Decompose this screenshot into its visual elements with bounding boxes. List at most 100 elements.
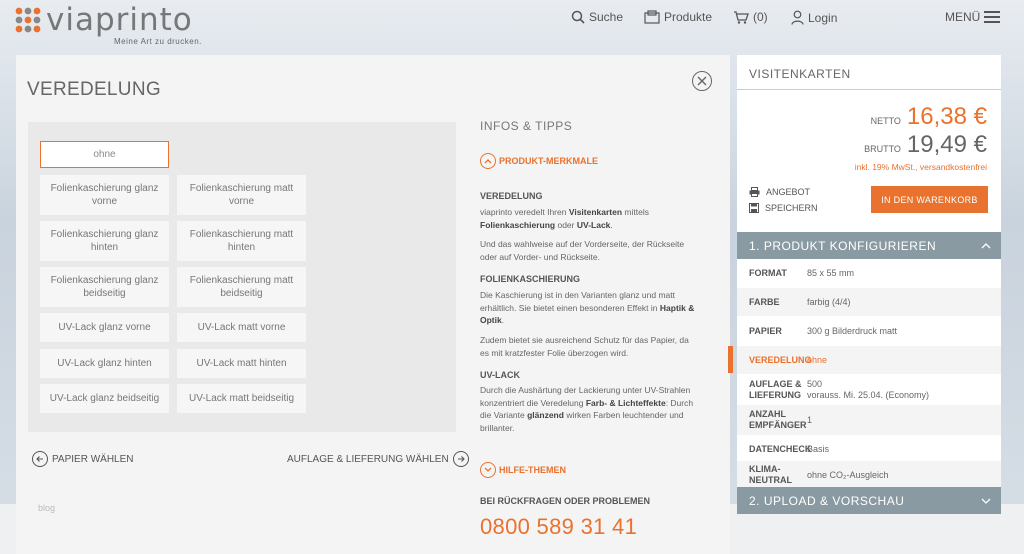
save-link[interactable]: SPEICHERN: [749, 203, 818, 213]
nav-cart-count: (0): [753, 10, 768, 24]
help-topics-label: HILFE-THEMEN: [499, 465, 566, 475]
logo-wordmark: viaprinto: [46, 2, 193, 38]
option-uv-matt-beidseitig[interactable]: UV-Lack matt beidseitig: [177, 384, 306, 413]
contact-heading: BEI RÜCKFRAGEN ODER PROBLEMEN: [480, 496, 651, 506]
nav-products[interactable]: Produkte: [644, 10, 712, 24]
row-label: FARBE: [749, 296, 780, 307]
nav-products-label: Produkte: [664, 10, 713, 24]
row-label: FORMAT: [749, 267, 787, 278]
logo-tagline: Meine Art zu drucken.: [114, 37, 202, 46]
cart-icon: [734, 11, 749, 24]
nav-login[interactable]: Login: [791, 10, 837, 25]
save-icon: [749, 203, 759, 213]
back-paper-label: PAPIER WÄHLEN: [52, 453, 134, 465]
veredelung-text-1: viaprinto veredelt Ihren Visitenkarten m…: [480, 207, 649, 230]
order-summary: VISITENKARTEN NETTO 16,38 € BRUTTO 19,49…: [737, 55, 1001, 514]
config-row-paper[interactable]: PAPIER 300 g Bilderdruck matt: [737, 317, 1001, 345]
close-button[interactable]: [692, 71, 712, 91]
row-value: ohne CO₂-Ausgleich: [807, 469, 889, 480]
nav-menu-label: MENÜ: [945, 10, 981, 24]
nav-menu[interactable]: MENÜ: [945, 10, 1001, 24]
row-label: AUFLAGE & LIEFERUNG: [749, 379, 802, 400]
chevron-down-icon: [981, 498, 991, 504]
row-value: farbig (4/4): [807, 296, 851, 307]
brutto-label: BRUTTO: [864, 144, 901, 154]
search-icon: [571, 10, 585, 24]
next-delivery-link[interactable]: AUFLAGE & LIEFERUNG WÄHLEN: [287, 451, 469, 467]
folie-text-1: Die Kaschierung ist in den Varianten gla…: [480, 290, 695, 325]
section-upload-label: 2. UPLOAD & VORSCHAU: [749, 493, 905, 508]
option-uv-glanz-vorne[interactable]: UV-Lack glanz vorne: [40, 313, 169, 342]
finishing-options: ohne Folienkaschierung glanz vorne Folie…: [28, 122, 456, 432]
back-paper-link[interactable]: PAPIER WÄHLEN: [32, 451, 134, 467]
product-features-label: PRODUKT-MERKMALE: [499, 156, 598, 166]
section-configure[interactable]: 1. PRODUKT KONFIGURIEREN: [737, 232, 1001, 259]
netto-label: NETTO: [870, 116, 901, 126]
save-label: SPEICHERN: [765, 203, 818, 213]
row-value: ohne: [807, 354, 828, 365]
config-row-format[interactable]: FORMAT 85 x 55 mm: [737, 259, 1001, 287]
row-value: Basis: [807, 443, 830, 454]
nav-cart[interactable]: (0): [733, 10, 768, 24]
config-row-quantity[interactable]: AUFLAGE & LIEFERUNG 500 vorauss. Mi. 25.0…: [737, 375, 1001, 405]
config-row-recipients[interactable]: ANZAHL EMPFÄNGER 1: [737, 405, 1001, 435]
user-icon: [791, 10, 804, 25]
option-folie-matt-beidseitig[interactable]: Folienkaschierung matt beidseitig: [177, 267, 306, 307]
netto-price: NETTO 16,38 €: [871, 103, 987, 131]
chevron-up-icon: [480, 153, 496, 169]
vat-note: inkl. 19% MwSt., versandkostenfrei: [854, 162, 987, 172]
config-row-color[interactable]: FARBE farbig (4/4): [737, 288, 1001, 316]
hamburger-icon: [984, 11, 1001, 23]
uv-text: Durch die Aushärtung der Lackierung unte…: [480, 385, 694, 433]
option-folie-matt-hinten[interactable]: Folienkaschierung matt hinten: [177, 221, 306, 261]
next-delivery-label: AUFLAGE & LIEFERUNG WÄHLEN: [287, 453, 449, 465]
product-title: VISITENKARTEN: [749, 67, 851, 81]
arrow-right-icon: [452, 451, 469, 467]
site-header: viaprinto Meine Art zu drucken. Suche Pr…: [0, 0, 1024, 48]
product-features-toggle[interactable]: PRODUKT-MERKMALE: [480, 153, 598, 169]
page-title: VEREDELUNG: [27, 79, 161, 100]
row-label: PAPIER: [749, 325, 782, 336]
chevron-down-icon: [480, 462, 496, 478]
uv-subheading: UV-LACK: [480, 370, 520, 380]
row-value: 1: [807, 414, 813, 425]
folie-subheading: FOLIENKASCHIERUNG: [480, 274, 581, 284]
row-label: ANZAHL EMPFÄNGER: [749, 409, 807, 430]
close-icon: [697, 76, 707, 86]
folie-text-2: Zudem bietet sie ausreichend Schutz für …: [480, 335, 689, 358]
row-value: 500 vorauss. Mi. 25.04. (Economy): [807, 379, 930, 400]
option-uv-glanz-beidseitig[interactable]: UV-Lack glanz beidseitig: [40, 384, 169, 413]
row-label: VEREDELUNG: [749, 354, 812, 365]
nav-search[interactable]: Suche: [571, 10, 623, 24]
option-ohne[interactable]: ohne: [40, 141, 169, 168]
products-icon: [644, 10, 660, 24]
logo-mark-icon: [15, 7, 41, 33]
config-row-finishing[interactable]: VEREDELUNG ohne: [737, 346, 1001, 374]
option-uv-matt-hinten[interactable]: UV-Lack matt hinten: [177, 349, 306, 378]
row-label: DATENCHECK: [749, 443, 812, 454]
row-label: KLIMA-NEUTRAL: [749, 464, 792, 485]
section-upload[interactable]: 2. UPLOAD & VORSCHAU: [737, 487, 1001, 514]
blog-link[interactable]: blog: [38, 503, 55, 513]
chevron-up-icon: [981, 242, 991, 248]
help-topics-toggle[interactable]: HILFE-THEMEN: [480, 462, 566, 478]
add-to-cart-button[interactable]: IN DEN WARENKORB: [871, 186, 988, 213]
config-row-datacheck[interactable]: DATENCHECK Basis: [737, 435, 1001, 463]
option-folie-matt-vorne[interactable]: Folienkaschierung matt vorne: [177, 175, 306, 215]
section-configure-label: 1. PRODUKT KONFIGURIEREN: [749, 238, 937, 253]
active-step-marker: [728, 346, 733, 373]
offer-label: ANGEBOT: [766, 187, 811, 197]
veredelung-subheading: VEREDELUNG: [480, 191, 543, 201]
config-row-climate[interactable]: KLIMA-NEUTRAL ohne CO₂-Ausgleich: [737, 461, 1001, 489]
option-folie-glanz-beidseitig[interactable]: Folienkaschierung glanz beidseitig: [40, 267, 169, 307]
option-uv-matt-vorne[interactable]: UV-Lack matt vorne: [177, 313, 306, 342]
netto-value: 16,38 €: [906, 103, 987, 130]
option-folie-glanz-vorne[interactable]: Folienkaschierung glanz vorne: [40, 175, 169, 215]
hotline-number[interactable]: 0800 589 31 41: [480, 514, 637, 540]
nav-login-label: Login: [808, 10, 838, 25]
option-folie-glanz-hinten[interactable]: Folienkaschierung glanz hinten: [40, 221, 169, 261]
nav-search-label: Suche: [589, 10, 624, 24]
row-value: 85 x 55 mm: [807, 267, 855, 278]
offer-link[interactable]: ANGEBOT: [749, 187, 810, 197]
option-uv-glanz-hinten[interactable]: UV-Lack glanz hinten: [40, 349, 169, 378]
